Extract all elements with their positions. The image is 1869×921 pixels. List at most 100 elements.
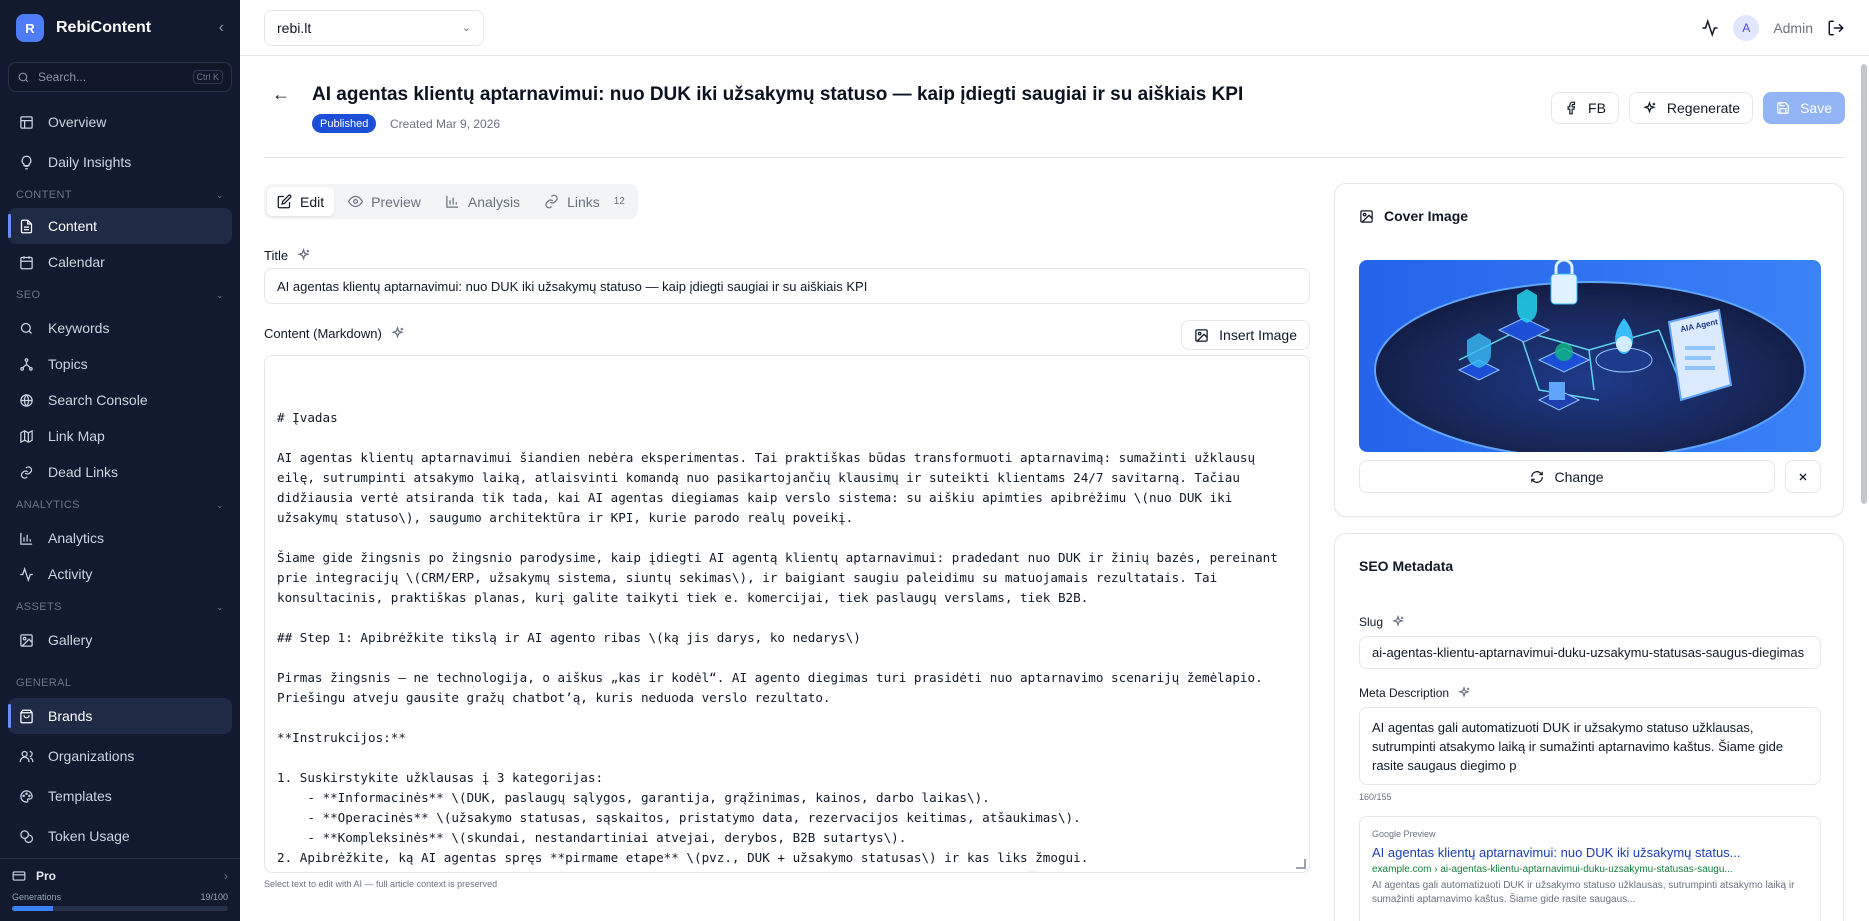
- edit-icon: [277, 194, 292, 209]
- sidebar-item-link-map[interactable]: Link Map: [8, 418, 232, 454]
- tab-preview[interactable]: Preview: [338, 187, 431, 216]
- chevron-down-icon: ⌄: [216, 499, 224, 510]
- section-general: GENERAL: [8, 672, 232, 694]
- search-icon: [18, 320, 34, 336]
- ai-sparkles-icon[interactable]: [1391, 615, 1405, 629]
- markdown-line: - **Operacinės** \(užsakymo statusas, są…: [277, 810, 1081, 825]
- sidebar-item-calendar[interactable]: Calendar: [8, 244, 232, 280]
- tab-analysis[interactable]: Analysis: [435, 187, 530, 216]
- sidebar-item-label: Dead Links: [48, 464, 119, 480]
- markdown-line: - **Informacinės** \(DUK, paslaugų sąlyg…: [277, 790, 990, 805]
- sidebar-item-label: Organizations: [48, 748, 135, 764]
- users-icon: [18, 748, 34, 764]
- markdown-line: Priešingu atveju gausite gražų chatbot’ą…: [277, 690, 831, 705]
- fb-button-label: FB: [1588, 100, 1606, 116]
- slug-input[interactable]: ai-agentas-klientu-aptarnavimui-duku-uzs…: [1359, 636, 1821, 669]
- ai-sparkles-icon[interactable]: [296, 248, 311, 263]
- user-name[interactable]: Admin: [1773, 20, 1813, 36]
- sidebar-item-label: Daily Insights: [48, 154, 132, 170]
- change-cover-button[interactable]: Change: [1359, 460, 1775, 493]
- sidebar: R RebiContent ‹ Search... Ctrl K Overvie…: [0, 0, 240, 921]
- sidebar-item-dead-links[interactable]: Dead Links: [8, 454, 232, 490]
- fb-button[interactable]: FB: [1551, 92, 1619, 124]
- activity-icon[interactable]: [1701, 18, 1719, 37]
- remove-cover-button[interactable]: [1785, 460, 1821, 493]
- markdown-line: Pirmas žingsnis — ne technologija, o aiš…: [277, 670, 1263, 685]
- brand-select[interactable]: rebi.lt ⌄: [264, 9, 484, 46]
- sidebar-item-topics[interactable]: Topics: [8, 346, 232, 382]
- tab-label: Analysis: [467, 193, 521, 210]
- network-icon: [18, 356, 34, 372]
- page-scrollbar[interactable]: [1861, 64, 1867, 504]
- section-content[interactable]: CONTENT ⌄: [8, 184, 232, 206]
- chevron-down-icon: ⌄: [216, 289, 224, 300]
- sidebar-item-gallery[interactable]: Gallery: [8, 622, 232, 658]
- avatar[interactable]: A: [1733, 14, 1760, 41]
- collapse-sidebar-icon[interactable]: ‹: [219, 19, 224, 37]
- logout-icon[interactable]: [1827, 19, 1845, 37]
- preview-url: example.com › ai-agentas-klientu-aptarna…: [1372, 864, 1733, 875]
- ai-sparkles-icon[interactable]: [1457, 686, 1471, 700]
- header-actions: FB Regenerate Save: [1551, 92, 1845, 124]
- back-arrow-icon[interactable]: ←: [272, 84, 290, 105]
- generations-count: 19/100: [200, 892, 228, 902]
- markdown-line: užsakymų statuso\), saugumo architektūra…: [277, 510, 854, 525]
- editor-hint: Select text to edit with AI — full artic…: [264, 879, 498, 889]
- section-label: CONTENT: [16, 189, 72, 201]
- tab-label: Edit: [300, 193, 325, 210]
- sidebar-item-search-console[interactable]: Search Console: [8, 382, 232, 418]
- save-button[interactable]: Save: [1763, 92, 1845, 124]
- sidebar-item-token-usage[interactable]: Token Usage: [8, 818, 232, 854]
- section-assets[interactable]: ASSETS ⌄: [8, 596, 232, 618]
- sidebar-item-label: Search Console: [48, 392, 148, 408]
- markdown-line: ## Step 1: Apibrėžkite tikslą ir AI agen…: [277, 630, 861, 645]
- plan-panel[interactable]: Pro › Generations 19/100: [0, 858, 240, 921]
- markdown-line: konsultacinis, praktiškas planas, kurį g…: [277, 590, 1089, 605]
- app-name: RebiContent: [56, 19, 152, 36]
- section-seo[interactable]: SEO ⌄: [8, 284, 232, 306]
- title-input[interactable]: AI agentas klientų aptarnavimui: nuo DUK…: [264, 268, 1310, 304]
- status-badge: Published: [312, 114, 377, 133]
- user-area: A Admin: [1701, 14, 1845, 41]
- markdown-line: [277, 528, 1297, 548]
- regenerate-button[interactable]: Regenerate: [1628, 92, 1754, 124]
- section-label: ASSETS: [16, 601, 62, 613]
- sidebar-item-daily-insights[interactable]: Daily Insights: [8, 144, 232, 180]
- sidebar-item-overview[interactable]: Overview: [8, 104, 232, 140]
- sidebar-item-content[interactable]: Content: [8, 208, 232, 244]
- sidebar-item-label: Analytics: [48, 530, 105, 546]
- ai-sparkles-icon[interactable]: [390, 326, 405, 341]
- sidebar-item-label: Content: [48, 218, 98, 234]
- insert-image-label: Insert Image: [1219, 327, 1297, 343]
- main-area: rebi.lt ⌄ A Admin ← AI agentas klientų a…: [240, 0, 1869, 921]
- markdown-line: [277, 748, 1297, 768]
- markdown-line: didžiausia vertė atsiranda tik tada, kai…: [277, 490, 1233, 505]
- sidebar-item-organizations[interactable]: Organizations: [8, 738, 232, 774]
- sidebar-item-keywords[interactable]: Keywords: [8, 310, 232, 346]
- markdown-line: # Įvadas: [277, 410, 338, 425]
- resize-handle[interactable]: [1296, 859, 1306, 869]
- chevron-down-icon: ⌄: [461, 22, 471, 34]
- regenerate-button-label: Regenerate: [1666, 100, 1741, 116]
- search-icon: [18, 72, 29, 82]
- generations-label: Generations: [12, 892, 62, 902]
- insert-image-button[interactable]: Insert Image: [1181, 320, 1310, 350]
- section-analytics[interactable]: ANALYTICS ⌄: [8, 494, 232, 516]
- sidebar-item-analytics[interactable]: Analytics: [8, 520, 232, 556]
- save-button-label: Save: [1800, 100, 1832, 116]
- tab-edit[interactable]: Edit: [267, 187, 335, 216]
- document-icon: [18, 218, 34, 234]
- sidebar-item-activity[interactable]: Activity: [8, 556, 232, 592]
- markdown-editor[interactable]: # Įvadas AI agentas klientų aptarnavimui …: [264, 355, 1310, 873]
- link-icon: [545, 194, 558, 209]
- search-placeholder: Search...: [38, 70, 87, 84]
- preview-description: AI agentas gali automatizuoti DUK ir užs…: [1372, 880, 1795, 905]
- facebook-icon: [1567, 101, 1576, 115]
- image-icon: [1360, 209, 1373, 223]
- meta-description-input[interactable]: AI agentas gali automatizuoti DUK ir užs…: [1359, 707, 1821, 785]
- meta-description-label: Meta Description: [1359, 686, 1471, 700]
- tab-links[interactable]: Links 12: [534, 187, 635, 216]
- sidebar-item-templates[interactable]: Templates: [8, 778, 232, 814]
- sidebar-search[interactable]: Search... Ctrl K: [8, 62, 232, 92]
- sidebar-item-brands[interactable]: Brands: [8, 698, 232, 734]
